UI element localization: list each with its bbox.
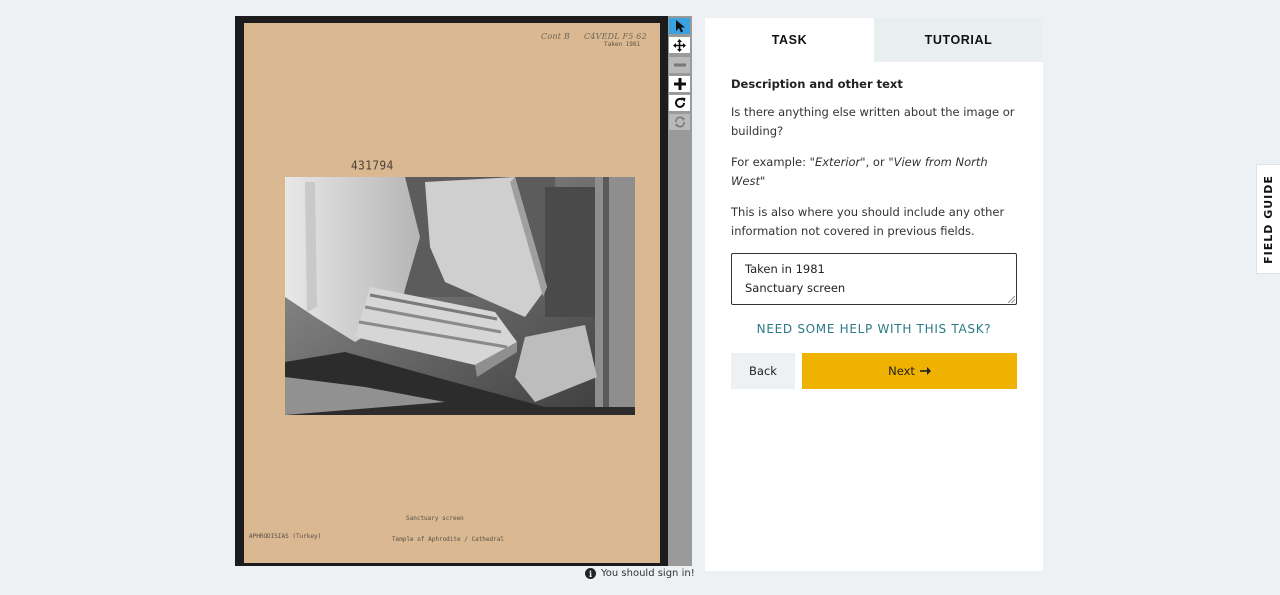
archive-card-image: Cont B C4VEDL F5 62 Taken 1981 431794 Sa… bbox=[244, 23, 660, 563]
card-caption-building: Temple of Aphrodite / Cathedral bbox=[392, 536, 504, 543]
answer-line: Taken in 1981 bbox=[745, 262, 825, 276]
ruins-photograph-graphic bbox=[285, 177, 635, 415]
next-button[interactable]: Next bbox=[802, 353, 1017, 389]
tab-task[interactable]: TASK bbox=[705, 18, 874, 62]
answer-textarea[interactable]: Taken in 1981 Sanctuary screen bbox=[731, 253, 1017, 305]
card-accession-number: 431794 bbox=[351, 158, 394, 173]
pointer-icon bbox=[675, 19, 685, 33]
tab-tutorial[interactable]: TUTORIAL bbox=[874, 18, 1043, 62]
task-panel: TASK TUTORIAL Description and other text… bbox=[705, 18, 1043, 571]
move-icon bbox=[673, 38, 686, 52]
arrow-right-icon bbox=[919, 364, 931, 378]
move-tool-button[interactable] bbox=[669, 37, 690, 53]
field-guide-label: FIELD GUIDE bbox=[1262, 174, 1276, 264]
rotate-icon bbox=[674, 97, 686, 109]
sign-in-notice[interactable]: i You should sign in! bbox=[585, 568, 695, 579]
rotate-button[interactable] bbox=[669, 95, 690, 111]
card-mark-taken: Taken 1981 bbox=[604, 41, 641, 48]
task-section-title: Description and other text bbox=[731, 77, 903, 91]
field-guide-tab[interactable]: FIELD GUIDE bbox=[1256, 164, 1280, 274]
answer-line: Sanctuary screen bbox=[745, 281, 846, 295]
reset-icon bbox=[674, 116, 686, 128]
panel-tabs: TASK TUTORIAL bbox=[705, 18, 1043, 62]
example-prefix: For example: bbox=[731, 155, 810, 169]
task-actions: Back Next bbox=[731, 353, 1017, 389]
example-separator: , or bbox=[865, 155, 889, 169]
reset-view-button[interactable] bbox=[669, 114, 690, 130]
info-icon: i bbox=[585, 568, 596, 579]
zoom-in-icon bbox=[673, 78, 686, 90]
help-link[interactable]: NEED SOME HELP WITH THIS TASK? bbox=[731, 322, 1017, 336]
card-caption-site: APHRODISIAS (Turkey) bbox=[249, 533, 322, 540]
card-caption-title: Sanctuary screen bbox=[406, 515, 464, 522]
resize-grip-icon[interactable] bbox=[1008, 296, 1015, 303]
card-mark-hand-left: Cont B bbox=[541, 32, 570, 41]
task-instruction: This is also where you should include an… bbox=[731, 205, 1005, 238]
example-exterior: "Exterior" bbox=[809, 155, 866, 169]
zoom-out-button[interactable] bbox=[669, 57, 690, 73]
ruins-photograph bbox=[285, 177, 635, 415]
viewer-toolbar bbox=[668, 16, 692, 566]
sign-in-notice-text: You should sign in! bbox=[601, 568, 695, 579]
back-button[interactable]: Back bbox=[731, 353, 795, 389]
task-question: Is there anything else written about the… bbox=[731, 105, 1015, 138]
pointer-tool-button[interactable] bbox=[669, 18, 690, 34]
card-mark-hand-right: C4VEDL F5 62 bbox=[584, 32, 647, 41]
zoom-in-button[interactable] bbox=[669, 76, 690, 92]
image-viewer[interactable]: Cont B C4VEDL F5 62 Taken 1981 431794 Sa… bbox=[235, 16, 668, 566]
next-button-label: Next bbox=[888, 364, 915, 378]
zoom-out-icon bbox=[673, 59, 686, 71]
task-example: For example: "Exterior", or "View from N… bbox=[731, 153, 1017, 191]
task-body: Description and other text Is there anyt… bbox=[705, 77, 1043, 389]
